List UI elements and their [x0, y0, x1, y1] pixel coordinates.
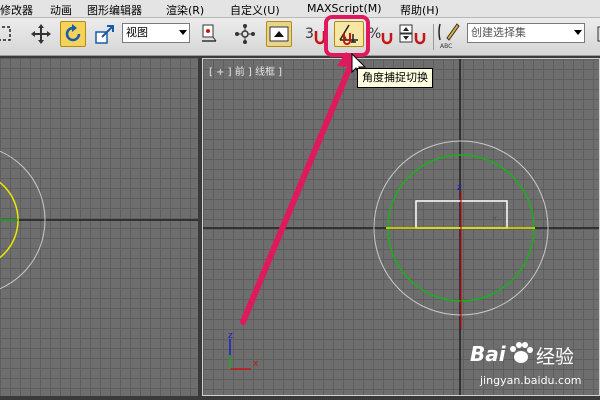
percent-snap-magnet-icon[interactable] — [380, 21, 394, 51]
menu-item-customize[interactable]: 自定义(U) — [230, 2, 280, 18]
svg-text:×: × — [491, 214, 498, 223]
menu-item-animation[interactable]: 动画 — [50, 2, 72, 18]
spinner-snap-magnet-icon[interactable] — [413, 21, 427, 51]
baidu-watermark: Bai 经验 jingyan.baidu.com — [470, 338, 598, 396]
watermark-url: jingyan.baidu.com — [480, 374, 582, 387]
mirror-icon[interactable] — [590, 21, 600, 47]
watermark-brand-left: Bai — [470, 342, 506, 366]
axis-z-label: z — [228, 331, 233, 341]
viewport-left[interactable] — [0, 58, 198, 396]
paw-icon — [510, 342, 533, 363]
menu-bar: 修改器 动画 图形编辑器 渲染(R) 自定义(U) MAXScript(M) 帮… — [0, 0, 600, 18]
select-region-icon[interactable] — [0, 21, 16, 47]
keyboard-shortcut-override-icon[interactable] — [266, 21, 292, 47]
chevron-down-icon — [574, 30, 582, 35]
scale-icon[interactable] — [92, 21, 118, 47]
menu-item-help[interactable]: 帮助(H) — [400, 2, 439, 18]
named-selection-set-dropdown[interactable]: 创建选择集 — [467, 23, 585, 43]
abc-label: ABC — [440, 43, 453, 50]
rotate-icon[interactable] — [60, 21, 86, 47]
named-selection-set-value: 创建选择集 — [471, 26, 526, 39]
angle-snap-icon — [339, 24, 358, 45]
reference-coordinate-value: 视图 — [126, 26, 148, 39]
watermark-brand-right: 经验 — [536, 346, 575, 368]
angle-snap-toggle-button[interactable] — [334, 21, 364, 47]
menu-item-rendering[interactable]: 渲染(R) — [166, 2, 204, 18]
snap-toggle-icon[interactable] — [313, 21, 327, 51]
reference-coordinate-dropdown[interactable]: 视图 — [122, 23, 190, 43]
bottom-edge — [0, 396, 600, 400]
menu-item-graph-editors[interactable]: 图形编辑器 — [87, 2, 142, 18]
toolbar-divider — [433, 24, 434, 50]
angle-snap-tooltip: 角度捕捉切换 — [357, 68, 433, 88]
select-manipulate-icon[interactable] — [232, 21, 258, 47]
chevron-down-icon — [179, 30, 187, 35]
main-toolbar: 视图 3 % ABC 创建选择集 — [0, 18, 600, 56]
menu-item-maxscript[interactable]: MAXScript(M) — [307, 2, 382, 15]
pivot-center-icon[interactable] — [196, 21, 222, 47]
menu-item-modifiers[interactable]: 修改器 — [0, 2, 33, 18]
svg-text:z: z — [457, 183, 462, 193]
axis-x-label: x — [253, 359, 259, 369]
move-icon[interactable] — [28, 21, 54, 47]
